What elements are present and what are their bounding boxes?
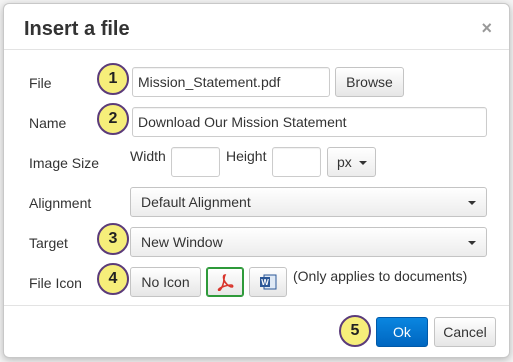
name-label: Name: [29, 115, 67, 131]
target-label: Target: [29, 235, 68, 251]
pdf-icon: [217, 274, 234, 292]
callout-badge-3: 3: [97, 223, 129, 255]
width-input[interactable]: [171, 147, 220, 177]
svg-text:W: W: [261, 278, 269, 287]
height-input[interactable]: [272, 147, 321, 177]
word-icon-button[interactable]: W: [249, 267, 287, 297]
target-select-value: New Window: [141, 234, 223, 250]
no-icon-button[interactable]: No Icon: [130, 267, 201, 297]
alignment-label: Alignment: [29, 195, 92, 211]
unit-select[interactable]: px: [327, 147, 376, 177]
alignment-select[interactable]: Default Alignment: [130, 187, 487, 217]
callout-badge-4: 4: [97, 263, 129, 295]
cancel-button[interactable]: Cancel: [434, 317, 496, 347]
insert-file-dialog: Insert a file × File Mission_Statement.p…: [3, 3, 510, 358]
chevron-down-icon: [468, 201, 476, 205]
target-select[interactable]: New Window: [130, 227, 487, 257]
dialog-header: Insert a file ×: [4, 4, 509, 50]
pdf-icon-button[interactable]: [206, 267, 244, 297]
name-input[interactable]: Download Our Mission Statement: [132, 107, 487, 137]
file-icon-note: (Only applies to documents): [293, 268, 468, 284]
dialog-footer: [4, 305, 509, 306]
browse-button[interactable]: Browse: [335, 67, 404, 97]
image-size-label: Image Size: [29, 155, 100, 171]
callout-badge-5: 5: [339, 315, 371, 347]
word-icon: W: [260, 274, 277, 290]
file-label: File: [29, 75, 52, 91]
height-label: Height: [226, 148, 267, 164]
chevron-down-icon: [359, 161, 367, 165]
width-label: Width: [130, 148, 166, 164]
dialog-title: Insert a file: [24, 18, 130, 40]
ok-button[interactable]: Ok: [376, 317, 428, 347]
unit-select-value: px: [337, 154, 352, 170]
file-input[interactable]: Mission_Statement.pdf: [132, 67, 330, 97]
file-icon-label: File Icon: [29, 275, 82, 291]
callout-badge-1: 1: [97, 63, 129, 95]
alignment-select-value: Default Alignment: [141, 194, 251, 210]
callout-badge-2: 2: [97, 103, 129, 135]
close-icon[interactable]: ×: [481, 18, 492, 39]
chevron-down-icon: [468, 241, 476, 245]
